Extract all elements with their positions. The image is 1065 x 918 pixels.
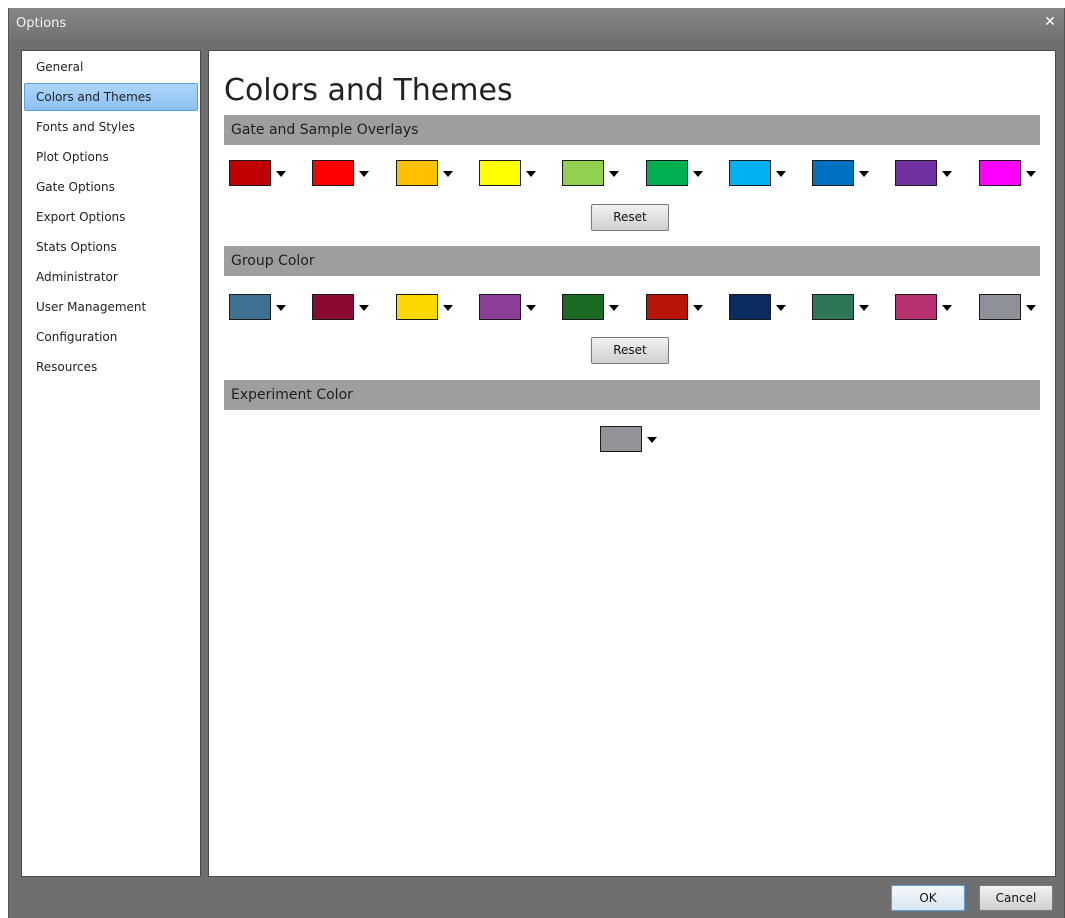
window-title: Options bbox=[16, 16, 67, 31]
dropdown-arrow-icon bbox=[276, 171, 286, 177]
dropdown-arrow-icon bbox=[859, 171, 869, 177]
dropdown-arrow-icon bbox=[1026, 171, 1036, 177]
sidebar-item-export-options[interactable]: Export Options bbox=[24, 203, 198, 231]
gate-overlay-color-swatch bbox=[479, 160, 521, 186]
group-color-swatch bbox=[812, 294, 854, 320]
group-color-swatch bbox=[562, 294, 604, 320]
gate-overlay-color-picker-1[interactable] bbox=[229, 160, 293, 188]
dropdown-arrow-icon bbox=[359, 171, 369, 177]
dropdown-arrow-icon bbox=[693, 305, 703, 311]
section-header-group-color: Group Color bbox=[224, 246, 1040, 276]
sidebar-item-fonts-and-styles[interactable]: Fonts and Styles bbox=[24, 113, 198, 141]
content-panel: Colors and Themes Gate and Sample Overla… bbox=[208, 50, 1056, 877]
dropdown-arrow-icon bbox=[776, 171, 786, 177]
gate-overlay-color-swatch bbox=[396, 160, 438, 186]
group-color-picker-10[interactable] bbox=[979, 294, 1043, 322]
gate-overlay-color-picker-4[interactable] bbox=[479, 160, 543, 188]
group-color-picker-7[interactable] bbox=[729, 294, 793, 322]
group-color-swatch bbox=[479, 294, 521, 320]
group-color-swatch bbox=[646, 294, 688, 320]
options-window: Options ✕ General Colors and Themes Font… bbox=[8, 8, 1065, 918]
group-color-swatch bbox=[979, 294, 1021, 320]
group-color-picker-9[interactable] bbox=[895, 294, 959, 322]
group-color-picker-1[interactable] bbox=[229, 294, 293, 322]
gate-overlay-color-picker-9[interactable] bbox=[895, 160, 959, 188]
sidebar-item-general[interactable]: General bbox=[24, 53, 198, 81]
cancel-button[interactable]: Cancel bbox=[979, 885, 1053, 911]
dropdown-arrow-icon bbox=[776, 305, 786, 311]
dropdown-arrow-icon bbox=[609, 171, 619, 177]
dropdown-arrow-icon bbox=[647, 437, 657, 443]
sidebar-item-gate-options[interactable]: Gate Options bbox=[24, 173, 198, 201]
gate-overlay-color-swatch bbox=[729, 160, 771, 186]
group-color-picker-2[interactable] bbox=[312, 294, 376, 322]
experiment-color-swatch bbox=[600, 426, 642, 452]
dropdown-arrow-icon bbox=[359, 305, 369, 311]
dropdown-arrow-icon bbox=[443, 171, 453, 177]
gate-overlay-color-swatch bbox=[646, 160, 688, 186]
dropdown-arrow-icon bbox=[1026, 305, 1036, 311]
group-color-picker-4[interactable] bbox=[479, 294, 543, 322]
group-color-swatch bbox=[229, 294, 271, 320]
gate-overlay-color-swatch bbox=[229, 160, 271, 186]
gate-overlay-color-picker-7[interactable] bbox=[729, 160, 793, 188]
reset-gate-overlays-button[interactable]: Reset bbox=[591, 204, 669, 231]
sidebar-item-user-management[interactable]: User Management bbox=[24, 293, 198, 321]
dropdown-arrow-icon bbox=[693, 171, 703, 177]
sidebar-item-configuration[interactable]: Configuration bbox=[24, 323, 198, 351]
sidebar-item-resources[interactable]: Resources bbox=[24, 353, 198, 381]
gate-overlay-color-picker-5[interactable] bbox=[562, 160, 626, 188]
gate-overlay-color-picker-2[interactable] bbox=[312, 160, 376, 188]
gate-overlay-color-swatch bbox=[812, 160, 854, 186]
dropdown-arrow-icon bbox=[942, 171, 952, 177]
group-color-picker-8[interactable] bbox=[812, 294, 876, 322]
dropdown-arrow-icon bbox=[609, 305, 619, 311]
gate-overlay-color-picker-8[interactable] bbox=[812, 160, 876, 188]
dropdown-arrow-icon bbox=[276, 305, 286, 311]
group-color-swatch bbox=[729, 294, 771, 320]
gate-overlay-color-swatch bbox=[979, 160, 1021, 186]
sidebar-item-plot-options[interactable]: Plot Options bbox=[24, 143, 198, 171]
sidebar: General Colors and Themes Fonts and Styl… bbox=[21, 50, 201, 877]
group-color-swatch-row bbox=[229, 294, 1039, 322]
sidebar-item-stats-options[interactable]: Stats Options bbox=[24, 233, 198, 261]
section-header-gate-overlays: Gate and Sample Overlays bbox=[224, 115, 1040, 145]
dropdown-arrow-icon bbox=[859, 305, 869, 311]
sidebar-item-colors-and-themes[interactable]: Colors and Themes bbox=[24, 83, 198, 111]
dropdown-arrow-icon bbox=[526, 171, 536, 177]
gate-overlay-color-picker-10[interactable] bbox=[979, 160, 1043, 188]
gate-overlay-swatch-row bbox=[229, 160, 1039, 188]
group-color-swatch bbox=[312, 294, 354, 320]
group-color-picker-3[interactable] bbox=[396, 294, 460, 322]
gate-overlay-color-swatch bbox=[312, 160, 354, 186]
sidebar-item-administrator[interactable]: Administrator bbox=[24, 263, 198, 291]
group-color-swatch bbox=[396, 294, 438, 320]
dropdown-arrow-icon bbox=[942, 305, 952, 311]
gate-overlay-color-picker-3[interactable] bbox=[396, 160, 460, 188]
close-icon[interactable]: ✕ bbox=[1043, 14, 1057, 30]
gate-overlay-color-picker-6[interactable] bbox=[646, 160, 710, 188]
group-color-swatch bbox=[895, 294, 937, 320]
dropdown-arrow-icon bbox=[526, 305, 536, 311]
experiment-color-picker[interactable] bbox=[600, 426, 664, 454]
dropdown-arrow-icon bbox=[443, 305, 453, 311]
title-bar: Options ✕ bbox=[9, 8, 1064, 40]
section-header-experiment-color: Experiment Color bbox=[224, 380, 1040, 410]
page-title: Colors and Themes bbox=[224, 73, 513, 108]
ok-button[interactable]: OK bbox=[891, 885, 965, 911]
gate-overlay-color-swatch bbox=[895, 160, 937, 186]
group-color-picker-5[interactable] bbox=[562, 294, 626, 322]
gate-overlay-color-swatch bbox=[562, 160, 604, 186]
reset-group-color-button[interactable]: Reset bbox=[591, 337, 669, 364]
group-color-picker-6[interactable] bbox=[646, 294, 710, 322]
